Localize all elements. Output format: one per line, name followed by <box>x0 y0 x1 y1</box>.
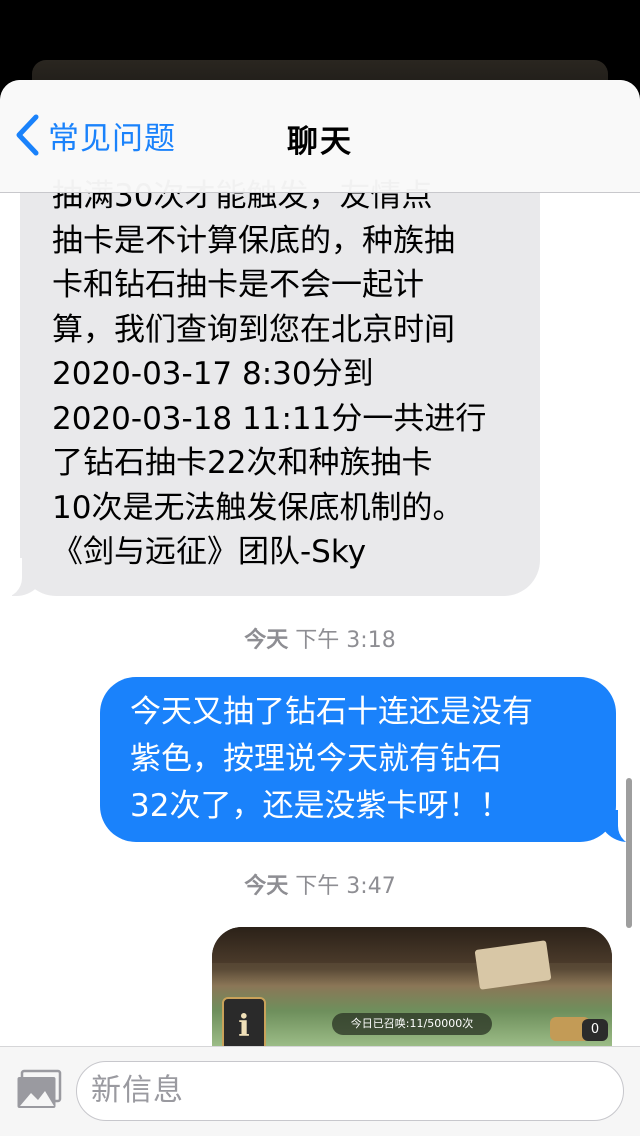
scroll-indicator[interactable] <box>626 778 632 928</box>
page-title: 聊天 <box>287 124 353 160</box>
image-count-badge: 0 <box>582 1019 608 1041</box>
timestamp-1: 今天 下午 3:18 <box>0 622 640 654</box>
image-wood-plank <box>212 927 612 963</box>
message-list[interactable]: 抽满30次才能触发，友情点 抽卡是不计算保底的，种族抽 卡和钻石抽卡是不会一起计… <box>0 80 640 1136</box>
chat-sheet: 抽满30次才能触发，友情点 抽卡是不计算保底的，种族抽 卡和钻石抽卡是不会一起计… <box>0 80 640 1136</box>
image-paper <box>474 940 552 990</box>
timestamp-1-time: 下午 3:18 <box>295 628 396 653</box>
timestamp-2: 今天 下午 3:47 <box>0 868 640 900</box>
outgoing-message-text: 今天又抽了钻石十连还是没有 紫色，按理说今天就有钻石 32次了，还是没紫卡呀！！ <box>130 694 533 824</box>
compose-bar: 新信息 <box>0 1046 640 1136</box>
timestamp-2-time: 下午 3:47 <box>295 874 396 899</box>
message-input[interactable]: 新信息 <box>76 1061 624 1121</box>
photo-library-icon <box>17 1069 62 1108</box>
incoming-message-text: 抽满30次才能触发，友情点 抽卡是不计算保底的，种族抽 卡和钻石抽卡是不会一起计… <box>52 178 487 570</box>
navigation-bar: 常见问题 聊天 <box>0 80 640 193</box>
timestamp-2-day: 今天 <box>244 874 289 899</box>
outgoing-message-bubble[interactable]: 今天又抽了钻石十连还是没有 紫色，按理说今天就有钻石 32次了，还是没紫卡呀！！ <box>100 677 616 842</box>
incoming-message-bubble[interactable]: 抽满30次才能触发，友情点 抽卡是不计算保底的，种族抽 卡和钻石抽卡是不会一起计… <box>20 150 540 596</box>
timestamp-1-day: 今天 <box>244 628 289 653</box>
image-summon-counter: 今日已召唤:11/50000次 <box>332 1013 492 1035</box>
photo-button[interactable] <box>16 1069 62 1115</box>
